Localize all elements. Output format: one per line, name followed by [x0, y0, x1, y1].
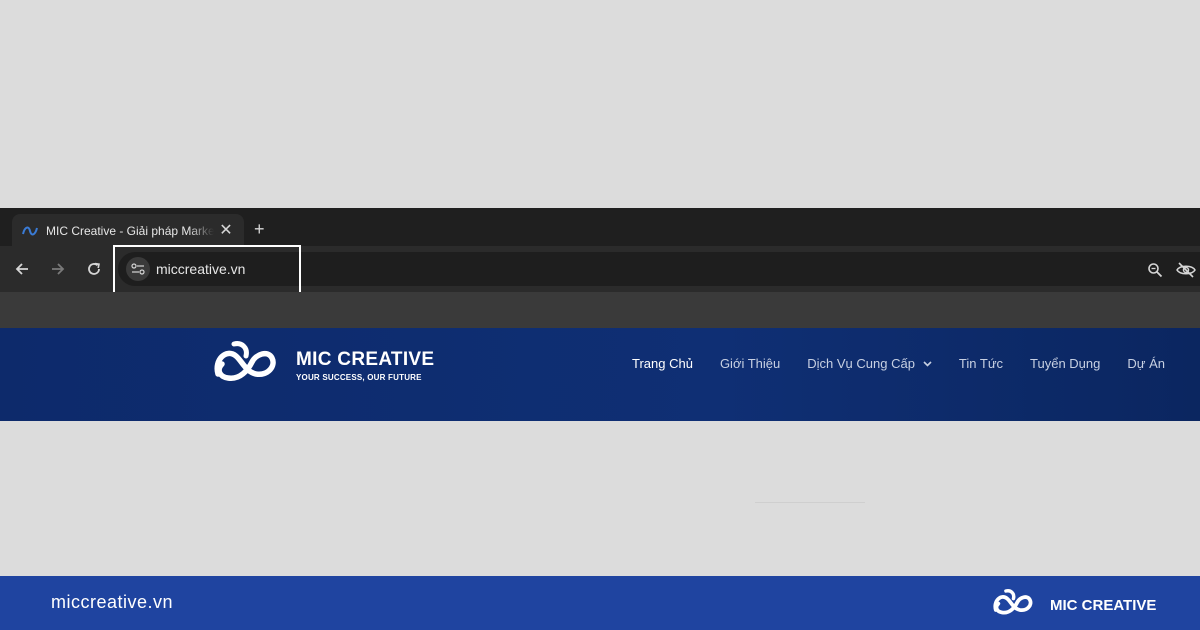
content-divider: [755, 502, 865, 503]
nav-item-tuyen-dung[interactable]: Tuyển Dụng: [1030, 356, 1100, 371]
nav-item-du-an[interactable]: Dự Án: [1127, 356, 1165, 371]
nav-item-label: Tin Tức: [958, 356, 1004, 371]
footer-url: miccreative.vn: [51, 592, 174, 612]
back-arrow-icon[interactable]: [11, 258, 33, 280]
nav-item-label: Trang Chủ: [632, 356, 693, 371]
mic-creative-logo-icon: [212, 340, 288, 391]
logo-name: MIC CREATIVE: [296, 348, 435, 370]
bookmarks-bar: [0, 292, 1200, 328]
tab-close-icon[interactable]: ✕: [218, 223, 234, 239]
nav-item-trang-chu[interactable]: Trang Chủ: [632, 356, 693, 371]
footer-logo: MIC CREATIVE: [992, 587, 1156, 624]
nav-item-label: Dự Án: [1127, 356, 1165, 371]
new-tab-button[interactable]: +: [254, 220, 265, 238]
mic-creative-favicon-icon: [22, 223, 38, 239]
zoom-icon[interactable]: [1145, 260, 1165, 280]
nav-item-label: Tuyển Dụng: [1030, 356, 1101, 371]
browser-tab[interactable]: MIC Creative - Giải pháp Marketing ✕: [12, 214, 244, 248]
nav-item-label: Giới Thiệu: [719, 356, 781, 371]
nav-item-gioi-thieu[interactable]: Giới Thiệu: [720, 356, 780, 371]
nav-item-label: Dịch Vụ Cung Cấp: [807, 356, 915, 371]
nav-item-tin-tuc[interactable]: Tin Tức: [959, 356, 1003, 371]
nav-item-dich-vu-cung-cap[interactable]: Dịch Vụ Cung Cấp: [807, 356, 932, 371]
eye-off-icon[interactable]: [1176, 260, 1196, 280]
forward-arrow-icon[interactable]: [47, 258, 69, 280]
site-header: MIC CREATIVE YOUR SUCCESS, OUR FUTURE Tr…: [0, 328, 1200, 421]
tab-title: MIC Creative - Giải pháp Marketing: [46, 224, 214, 238]
mic-creative-logo-icon: [992, 587, 1040, 624]
url-highlight-frame: [113, 245, 301, 295]
browser-tabstrip: MIC Creative - Giải pháp Marketing ✕ +: [0, 208, 1200, 248]
footer-logo-name: MIC CREATIVE: [1050, 597, 1157, 614]
logo-tagline: YOUR SUCCESS, OUR FUTURE: [296, 372, 422, 382]
footer-banner: miccreative.vn MIC CREATIVE: [0, 576, 1200, 630]
site-logo[interactable]: MIC CREATIVE YOUR SUCCESS, OUR FUTURE: [212, 340, 435, 391]
chevron-down-icon: [923, 360, 932, 367]
reload-icon[interactable]: [83, 258, 105, 280]
main-nav: Trang Chủ Giới Thiệu Dịch Vụ Cung Cấp Ti…: [632, 356, 1165, 371]
